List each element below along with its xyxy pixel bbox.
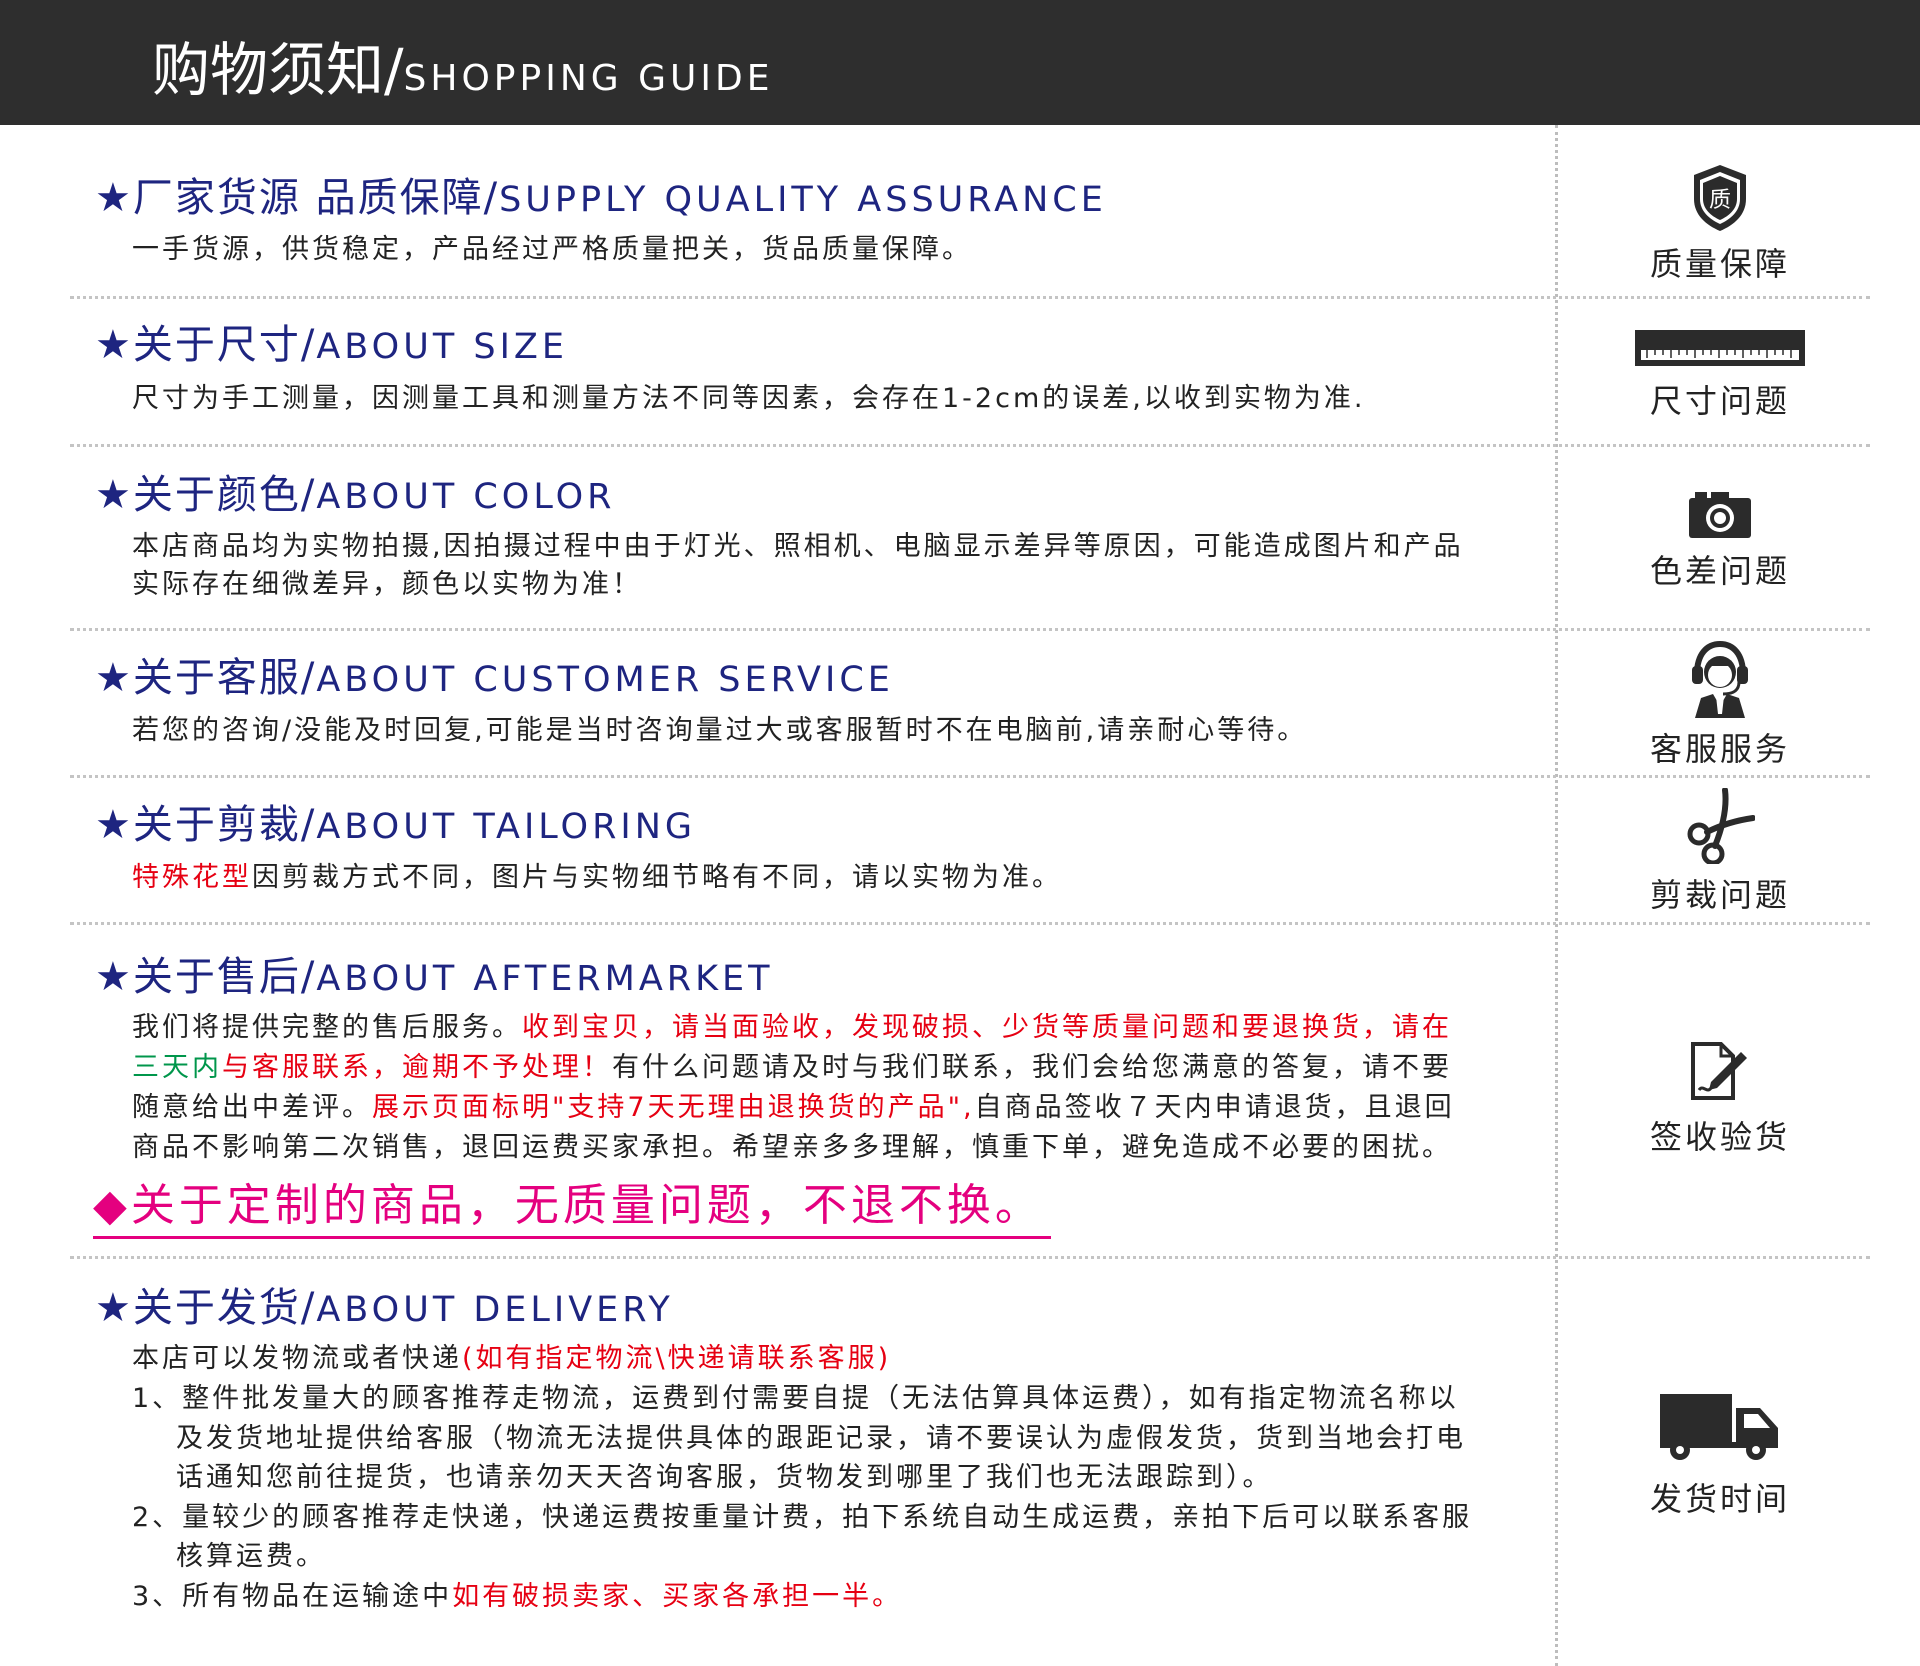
icon-block-service: 客服服务 [1600,640,1840,770]
divider [70,775,1870,778]
icon-label-service: 客服服务 [1649,730,1790,768]
body-text: 自商品签收７天内申请退货，且退回 [974,1092,1455,1123]
icon-label-tailoring: 剪裁问题 [1649,876,1790,914]
camera-icon [1689,492,1751,538]
star-icon: ★ [95,175,133,221]
icon-block-quality: 质 质量保障 [1600,163,1840,285]
aftermarket-line3: 随意给出中差评。展示页面标明"支持7天无理由退换货的产品",自商品签收７天内申请… [132,1088,1455,1127]
shield-icon: 质 [1694,165,1746,231]
delivery-line1: 本店可以发物流或者快递(如有指定物流\快递请联系客服) [132,1339,891,1378]
body-text: 有什么问题请及时与我们联系，我们会给您满意的答复，请不要 [612,1052,1452,1083]
icon-block-receipt: 签收验货 [1600,1040,1840,1158]
section-text-service: 若您的咨询/没能及时回复,可能是当时咨询量过大或客服暂时不在电脑前,请亲耐心等待… [132,715,1308,746]
body-text: 随意给出中差评。 [132,1092,372,1123]
delivery-line7: 3、所有物品在运输途中如有破损卖家、买家各承担一半。 [132,1577,902,1616]
divider [70,444,1870,447]
section-title-en: ABOUT AFTERMARKET [316,959,774,999]
section-title-aftermarket: ★关于售后/ABOUT AFTERMARKET [95,952,774,1004]
icon-label-color: 色差问题 [1649,552,1790,590]
sign-receipt-icon [1691,1042,1747,1100]
section-title-en: SUPPLY QUALITY ASSURANCE [499,180,1107,220]
icon-label-size: 尺寸问题 [1649,382,1790,420]
section-title-cn: 关于尺寸/ [132,322,317,368]
page-title-en: SHOPPING GUIDE [403,58,774,99]
headset-agent-icon [1692,640,1748,718]
section-title-cn: 关于颜色/ [132,472,317,518]
section-title-cn: 关于客服/ [132,655,317,701]
delivery-line4: 话通知您前往提货，也请亲勿天天咨询客服，货物发到哪里了我们也无法跟踪到）。 [176,1462,1273,1493]
divider [70,628,1870,631]
section-title-cn: 关于发货/ [132,1285,317,1331]
section-title-service: ★关于客服/ABOUT CUSTOMER SERVICE [95,653,894,705]
section-text-color-line2: 实际存在细微差异，颜色以实物为准！ [132,569,642,600]
highlight-text: 展示页面标明"支持7天无理由退换货的产品", [372,1092,975,1123]
section-title-en: ABOUT DELIVERY [316,1290,674,1330]
section-title-supply: ★厂家货源 品质保障/SUPPLY QUALITY ASSURANCE [95,173,1107,225]
section-text-tailoring: 特殊花型因剪裁方式不同，图片与实物细节略有不同，请以实物为准。 [132,858,1062,897]
highlight-text: 与客服联系，逾期不予处理！ [222,1052,612,1083]
delivery-truck-icon [1660,1394,1778,1460]
section-text-supply: 一手货源，供货稳定，产品经过严格质量把关，货品质量保障。 [132,234,972,265]
page-title-cn: 购物须知/ [152,36,404,104]
svg-text:质: 质 [1709,188,1731,213]
star-icon: ★ [95,655,133,701]
section-title-cn: 关于剪裁/ [132,802,317,848]
highlight-text: (如有指定物流\快递请联系客服) [462,1343,892,1374]
column-divider [1555,125,1558,1666]
custom-goods-notice: ◆关于定制的商品，无质量问题，不退不换。 [93,1176,1051,1239]
aftermarket-line4: 商品不影响第二次销售，退回运费买家承担。希望亲多多理解，慎重下单，避免造成不必要… [132,1132,1452,1163]
section-title-size: ★关于尺寸/ABOUT SIZE [95,320,568,372]
section-title-en: ABOUT CUSTOMER SERVICE [316,660,894,700]
divider [70,296,1870,299]
divider [70,1256,1870,1259]
section-text-size: 尺寸为手工测量，因测量工具和测量方法不同等因素，会存在1-2cm的误差,以收到实… [132,383,1366,414]
star-icon: ★ [95,802,133,848]
body-text: 我们将提供完整的售后服务。 [132,1012,522,1043]
section-title-en: ABOUT TAILORING [316,807,697,847]
section-title-en: ABOUT COLOR [316,477,616,517]
section-text-color-line1: 本店商品均为实物拍摄,因拍摄过程中由于灯光、照相机、电脑显示差异等原因，可能造成… [132,531,1464,562]
highlight-text-green: 三天内 [132,1052,222,1083]
aftermarket-line1: 我们将提供完整的售后服务。收到宝贝，请当面验收，发现破损、少货等质量问题和要退换… [132,1008,1452,1047]
section-title-en: ABOUT SIZE [316,327,568,367]
delivery-line2: 1、整件批发量大的顾客推荐走物流，运费到付需要自提（无法估算具体运费），如有指定… [132,1383,1459,1414]
divider [70,922,1870,925]
ruler-icon [1635,330,1805,366]
icon-block-delivery: 发货时间 [1600,1392,1840,1520]
icon-label-quality: 质量保障 [1649,245,1790,283]
highlight-text: 特殊花型 [132,862,252,893]
icon-label-delivery: 发货时间 [1649,1480,1790,1518]
delivery-line3: 及发货地址提供给客服（物流无法提供具体的跟距记录，请不要误认为虚假发货，货到当地… [176,1423,1466,1454]
delivery-line6: 核算运费。 [176,1541,326,1572]
section-title-cn: 厂家货源 品质保障/ [132,175,500,221]
body-text: 3、所有物品在运输途中 [132,1581,453,1612]
aftermarket-line2: 三天内与客服联系，逾期不予处理！有什么问题请及时与我们联系，我们会给您满意的答复… [132,1048,1452,1087]
highlight-text: 收到宝贝，请当面验收，发现破损、少货等质量问题和要退换货，请在 [522,1012,1452,1043]
star-icon: ★ [95,954,133,1000]
section-title-delivery: ★关于发货/ABOUT DELIVERY [95,1283,674,1335]
body-text: 本店可以发物流或者快递 [132,1343,462,1374]
icon-block-tailoring: 剪裁问题 [1600,788,1840,916]
header-bar: 购物须知/SHOPPING GUIDE [0,0,1920,125]
page-title: 购物须知/SHOPPING GUIDE [152,30,773,119]
icon-block-size: 尺寸问题 [1600,330,1840,422]
body-text: 因剪裁方式不同，图片与实物细节略有不同，请以实物为准。 [252,862,1062,893]
scissors-icon [1687,788,1755,864]
icon-block-color: 色差问题 [1600,490,1840,592]
icon-label-receipt: 签收验货 [1649,1118,1790,1156]
highlight-text: 如有破损卖家、买家各承担一半。 [452,1581,903,1612]
section-title-color: ★关于颜色/ABOUT COLOR [95,470,615,522]
section-title-tailoring: ★关于剪裁/ABOUT TAILORING [95,800,696,852]
section-title-cn: 关于售后/ [132,954,317,1000]
star-icon: ★ [95,322,133,368]
star-icon: ★ [95,1285,133,1331]
star-icon: ★ [95,472,133,518]
delivery-line5: 2、量较少的顾客推荐走快递，快递运费按重量计费，拍下系统自动生成运费，亲拍下后可… [132,1502,1473,1533]
